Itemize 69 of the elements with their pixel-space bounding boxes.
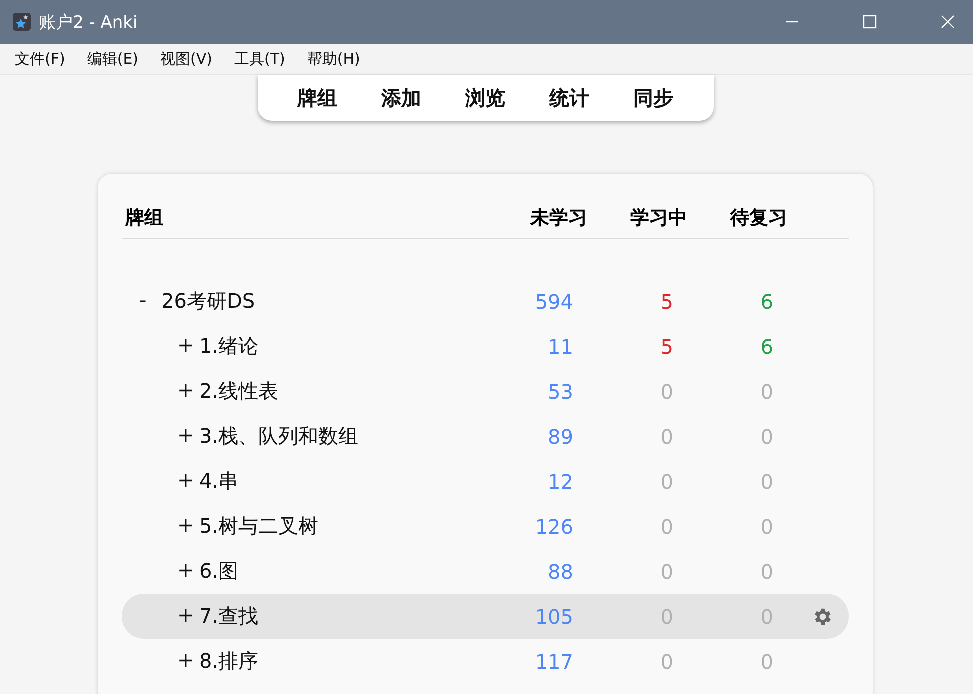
- app-icon: [13, 13, 31, 31]
- deck-name[interactable]: 5.树与二叉树: [200, 513, 319, 540]
- deck-row[interactable]: + 4.串 12 0 0: [122, 459, 848, 504]
- count-cell-text: 0: [760, 470, 774, 494]
- collapse-toggle[interactable]: +: [178, 513, 200, 540]
- menu-item[interactable]: 帮助(H): [307, 50, 360, 68]
- deck-name[interactable]: 7.查找: [200, 603, 259, 630]
- count-cell-text: 0: [760, 650, 774, 674]
- deck-name[interactable]: 6.图: [200, 558, 239, 585]
- count-cell-text: 6: [760, 290, 774, 314]
- deck-row[interactable]: + 8.排序 117 0 0: [122, 639, 848, 684]
- deck-row[interactable]: + 3.栈、队列和数组 89 0 0: [122, 414, 848, 459]
- count-cell-text: 0: [660, 560, 674, 584]
- count-cell-text: 0: [760, 514, 774, 538]
- collapse-toggle[interactable]: +: [178, 378, 200, 405]
- deck-name[interactable]: 4.串: [200, 468, 239, 495]
- count-cell-text: 0: [760, 424, 774, 448]
- count-cell-text: 0: [660, 424, 674, 448]
- count-cell-text: 89: [547, 424, 574, 448]
- menu-item[interactable]: 视图(V): [160, 50, 212, 68]
- deck-name[interactable]: 2.线性表: [200, 378, 279, 405]
- count-cell-text: 0: [760, 380, 774, 404]
- collapse-toggle[interactable]: +: [178, 333, 200, 360]
- count-cell-text: 11: [547, 334, 574, 358]
- count-cell-text: 0: [660, 514, 674, 538]
- collapse-toggle[interactable]: +: [178, 648, 200, 675]
- count-cell-text: 0: [660, 470, 674, 494]
- toolbar-link[interactable]: 同步: [634, 84, 674, 112]
- count-cell-text: 594: [534, 290, 574, 314]
- count-cell-text: 0: [660, 650, 674, 674]
- collapse-toggle[interactable]: +: [178, 423, 200, 450]
- count-cell-text: 0: [760, 560, 774, 584]
- count-cell-text: 6: [760, 334, 774, 358]
- count-cell-text: 126: [534, 514, 574, 538]
- collapse-toggle[interactable]: -: [140, 288, 162, 315]
- deck-name[interactable]: 1.绪论: [200, 333, 259, 360]
- count-cell-text: 5: [660, 334, 674, 358]
- count-cell-text: 12: [547, 470, 574, 494]
- column-header: 牌组: [124, 206, 164, 231]
- count-cell-text: 53: [547, 380, 574, 404]
- column-header: 学习中: [630, 206, 688, 231]
- toolbar-link[interactable]: 牌组: [298, 84, 338, 112]
- menu-item[interactable]: 编辑(E): [87, 50, 139, 68]
- toolbar-link[interactable]: 浏览: [466, 84, 506, 112]
- count-cell-text: 5: [660, 290, 674, 314]
- column-header: 待复习: [730, 206, 788, 231]
- deck-row[interactable]: + 6.图 88 0 0: [122, 549, 848, 594]
- toolbar-link[interactable]: 统计: [550, 84, 590, 112]
- deck-name[interactable]: 3.栈、队列和数组: [200, 423, 359, 450]
- deck-row[interactable]: + 5.树与二叉树 126 0 0: [122, 504, 848, 549]
- close-icon[interactable]: [941, 15, 955, 29]
- deck-row[interactable]: + 1.绪论 11 5 6: [122, 324, 848, 369]
- count-cell-text: 88: [547, 560, 574, 584]
- collapse-toggle[interactable]: +: [178, 558, 200, 585]
- deck-name[interactable]: 8.排序: [200, 648, 259, 675]
- column-header: 未学习: [530, 206, 588, 231]
- deck-row[interactable]: + 2.线性表 53 0 0: [122, 369, 848, 414]
- collapse-toggle[interactable]: +: [178, 468, 200, 495]
- deck-row[interactable]: - 26考研DS 594 5 6: [122, 279, 848, 324]
- menu-item[interactable]: 工具(T): [234, 50, 286, 68]
- count-cell-text: 105: [534, 604, 574, 628]
- collapse-toggle[interactable]: +: [178, 603, 200, 630]
- deck-name[interactable]: 26考研DS: [162, 288, 256, 315]
- count-cell-text: 117: [534, 650, 574, 674]
- menu-item[interactable]: 文件(F): [15, 50, 66, 68]
- count-cell-text: 0: [660, 380, 674, 404]
- maximize-icon[interactable]: [863, 15, 877, 29]
- window-title: 账户2 - Anki: [39, 12, 138, 34]
- toolbar-link[interactable]: 添加: [382, 84, 422, 112]
